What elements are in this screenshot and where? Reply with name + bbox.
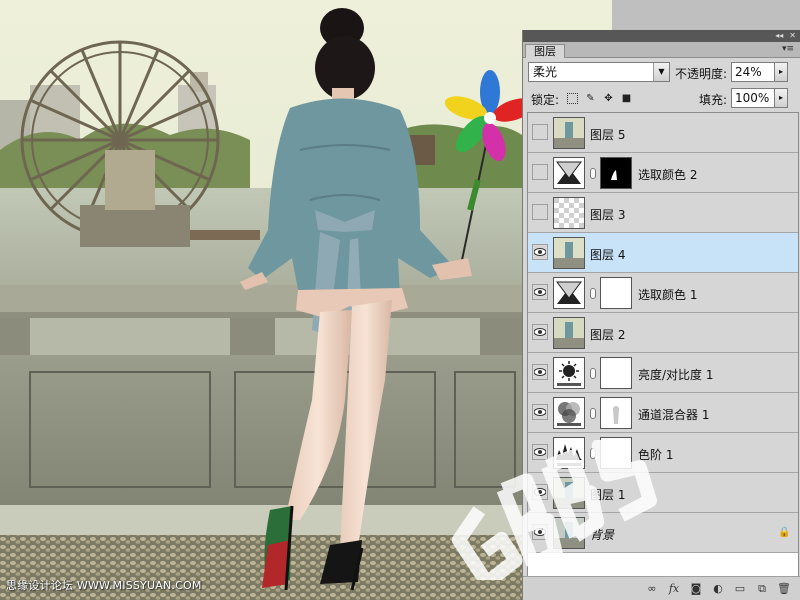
layer-thumbnail[interactable] [553, 197, 585, 229]
visibility-toggle[interactable] [532, 244, 548, 260]
layer-name[interactable]: 背景 [590, 526, 614, 543]
layer-thumbnail[interactable] [553, 517, 585, 549]
layer-row[interactable]: 图层 1 [528, 473, 798, 513]
layer-mask-thumbnail[interactable] [600, 157, 632, 189]
layer-name[interactable]: 选取颜色 1 [638, 286, 697, 303]
layer-row-selected[interactable]: 图层 4 [528, 233, 798, 273]
lock-icon: 🔒 [778, 527, 791, 538]
link-icon[interactable] [590, 368, 596, 379]
fill-input[interactable]: 100% [731, 88, 775, 108]
eye-icon [534, 528, 546, 536]
layer-name[interactable]: 色阶 1 [638, 446, 673, 463]
eye-icon [534, 488, 546, 496]
opacity-slider-arrow[interactable]: ▸ [774, 62, 788, 82]
layer-thumbnail[interactable] [553, 117, 585, 149]
visibility-toggle[interactable] [532, 124, 548, 140]
tab-layers[interactable]: 图层 [525, 44, 565, 58]
layer-row[interactable]: 图层 5 [528, 113, 798, 153]
blend-mode-value: 柔光 [533, 65, 558, 79]
eye-icon [534, 448, 546, 456]
panel-titlebar: ◂◂ ✕ [523, 30, 800, 42]
layer-row[interactable]: 选取颜色 2 [528, 153, 798, 193]
layer-row[interactable]: 色阶 1 [528, 433, 798, 473]
selective-color-icon[interactable] [553, 157, 585, 189]
layer-row[interactable]: 图层 2 [528, 313, 798, 353]
visibility-toggle[interactable] [532, 524, 548, 540]
blend-opacity-row: 柔光 ▼ 不透明度: 24% ▸ [523, 58, 800, 84]
lock-move-icon[interactable]: ✥ [603, 93, 614, 104]
eye-icon [534, 368, 546, 376]
link-icon[interactable] [590, 168, 596, 179]
visibility-toggle[interactable] [532, 364, 548, 380]
link-icon[interactable] [590, 408, 596, 419]
collapse-icon[interactable]: ◂◂ [775, 30, 783, 42]
add-mask-icon[interactable]: ◙ [687, 582, 705, 596]
canvas-gray-corner [612, 0, 800, 30]
layer-name[interactable]: 亮度/对比度 1 [638, 366, 714, 383]
opacity-label: 不透明度: [675, 67, 728, 81]
fx-icon[interactable]: fx [665, 582, 683, 596]
layer-mask-thumbnail[interactable] [600, 277, 632, 309]
layer-row-background[interactable]: 背景 🔒 [528, 513, 798, 553]
close-icon[interactable]: ✕ [789, 30, 796, 42]
visibility-toggle[interactable] [532, 404, 548, 420]
adjustment-layer-icon[interactable]: ◐ [709, 582, 727, 596]
visibility-toggle[interactable] [532, 284, 548, 300]
layers-list[interactable]: 图层 5 选取颜色 2 图层 3 图层 4 选取颜色 1 图层 2 亮度/对比度… [527, 112, 799, 588]
new-group-icon[interactable]: ▭ [731, 582, 749, 596]
layer-thumbnail[interactable] [553, 237, 585, 269]
eye-icon [534, 328, 546, 336]
channel-mixer-icon[interactable] [553, 397, 585, 429]
visibility-toggle[interactable] [532, 164, 548, 180]
layer-mask-thumbnail[interactable] [600, 397, 632, 429]
visibility-toggle[interactable] [532, 484, 548, 500]
chevron-down-icon[interactable]: ▼ [653, 63, 669, 81]
eye-icon [534, 248, 546, 256]
layer-name[interactable]: 图层 5 [590, 126, 625, 143]
panel-menu-icon[interactable]: ▾≡ [782, 44, 794, 54]
layer-name[interactable]: 图层 1 [590, 486, 625, 503]
selective-color-icon[interactable] [553, 277, 585, 309]
layer-thumbnail[interactable] [553, 477, 585, 509]
brightness-contrast-icon[interactable] [553, 357, 585, 389]
visibility-toggle[interactable] [532, 204, 548, 220]
visibility-toggle[interactable] [532, 324, 548, 340]
levels-icon[interactable] [553, 437, 585, 469]
eye-icon [534, 288, 546, 296]
lock-label: 锁定: [531, 93, 560, 107]
layer-name[interactable]: 图层 2 [590, 326, 625, 343]
trash-icon[interactable]: 🗑 [775, 582, 793, 596]
eye-icon [534, 408, 546, 416]
layer-row[interactable]: 图层 3 [528, 193, 798, 233]
fill-slider-arrow[interactable]: ▸ [774, 88, 788, 108]
layer-name[interactable]: 图层 3 [590, 206, 625, 223]
panel-tabbar: 图层 ▾≡ [523, 42, 800, 58]
site-watermark: 思缘设计论坛 WWW.MISSYUAN.COM [6, 579, 202, 592]
lock-all-icon[interactable]: ■ [621, 93, 632, 104]
new-layer-icon[interactable]: ⧉ [753, 582, 771, 596]
blend-mode-select[interactable]: 柔光 ▼ [528, 62, 670, 82]
link-layers-icon[interactable]: ∞ [643, 582, 661, 596]
layers-panel: ◂◂ ✕ 图层 ▾≡ 柔光 ▼ 不透明度: 24% ▸ 锁定: ✎ ✥ ■ 填充… [522, 30, 800, 600]
layer-thumbnail[interactable] [553, 317, 585, 349]
visibility-toggle[interactable] [532, 444, 548, 460]
link-icon[interactable] [590, 288, 596, 299]
layer-row[interactable]: 选取颜色 1 [528, 273, 798, 313]
layer-row[interactable]: 通道混合器 1 [528, 393, 798, 433]
layer-name[interactable]: 图层 4 [590, 246, 625, 263]
lock-paint-icon[interactable]: ✎ [585, 93, 596, 104]
layer-row[interactable]: 亮度/对比度 1 [528, 353, 798, 393]
layer-mask-thumbnail[interactable] [600, 437, 632, 469]
layer-name[interactable]: 通道混合器 1 [638, 406, 709, 423]
layer-mask-thumbnail[interactable] [600, 357, 632, 389]
opacity-input[interactable]: 24% [731, 62, 775, 82]
lock-transparency-icon[interactable] [567, 93, 578, 104]
panel-bottom-toolbar: ∞ fx ◙ ◐ ▭ ⧉ 🗑 [523, 576, 800, 600]
layer-name[interactable]: 选取颜色 2 [638, 166, 697, 183]
fill-label: 填充: [699, 93, 728, 107]
lock-fill-row: 锁定: ✎ ✥ ■ 填充: 100% ▸ [523, 84, 800, 110]
link-icon[interactable] [590, 448, 596, 459]
